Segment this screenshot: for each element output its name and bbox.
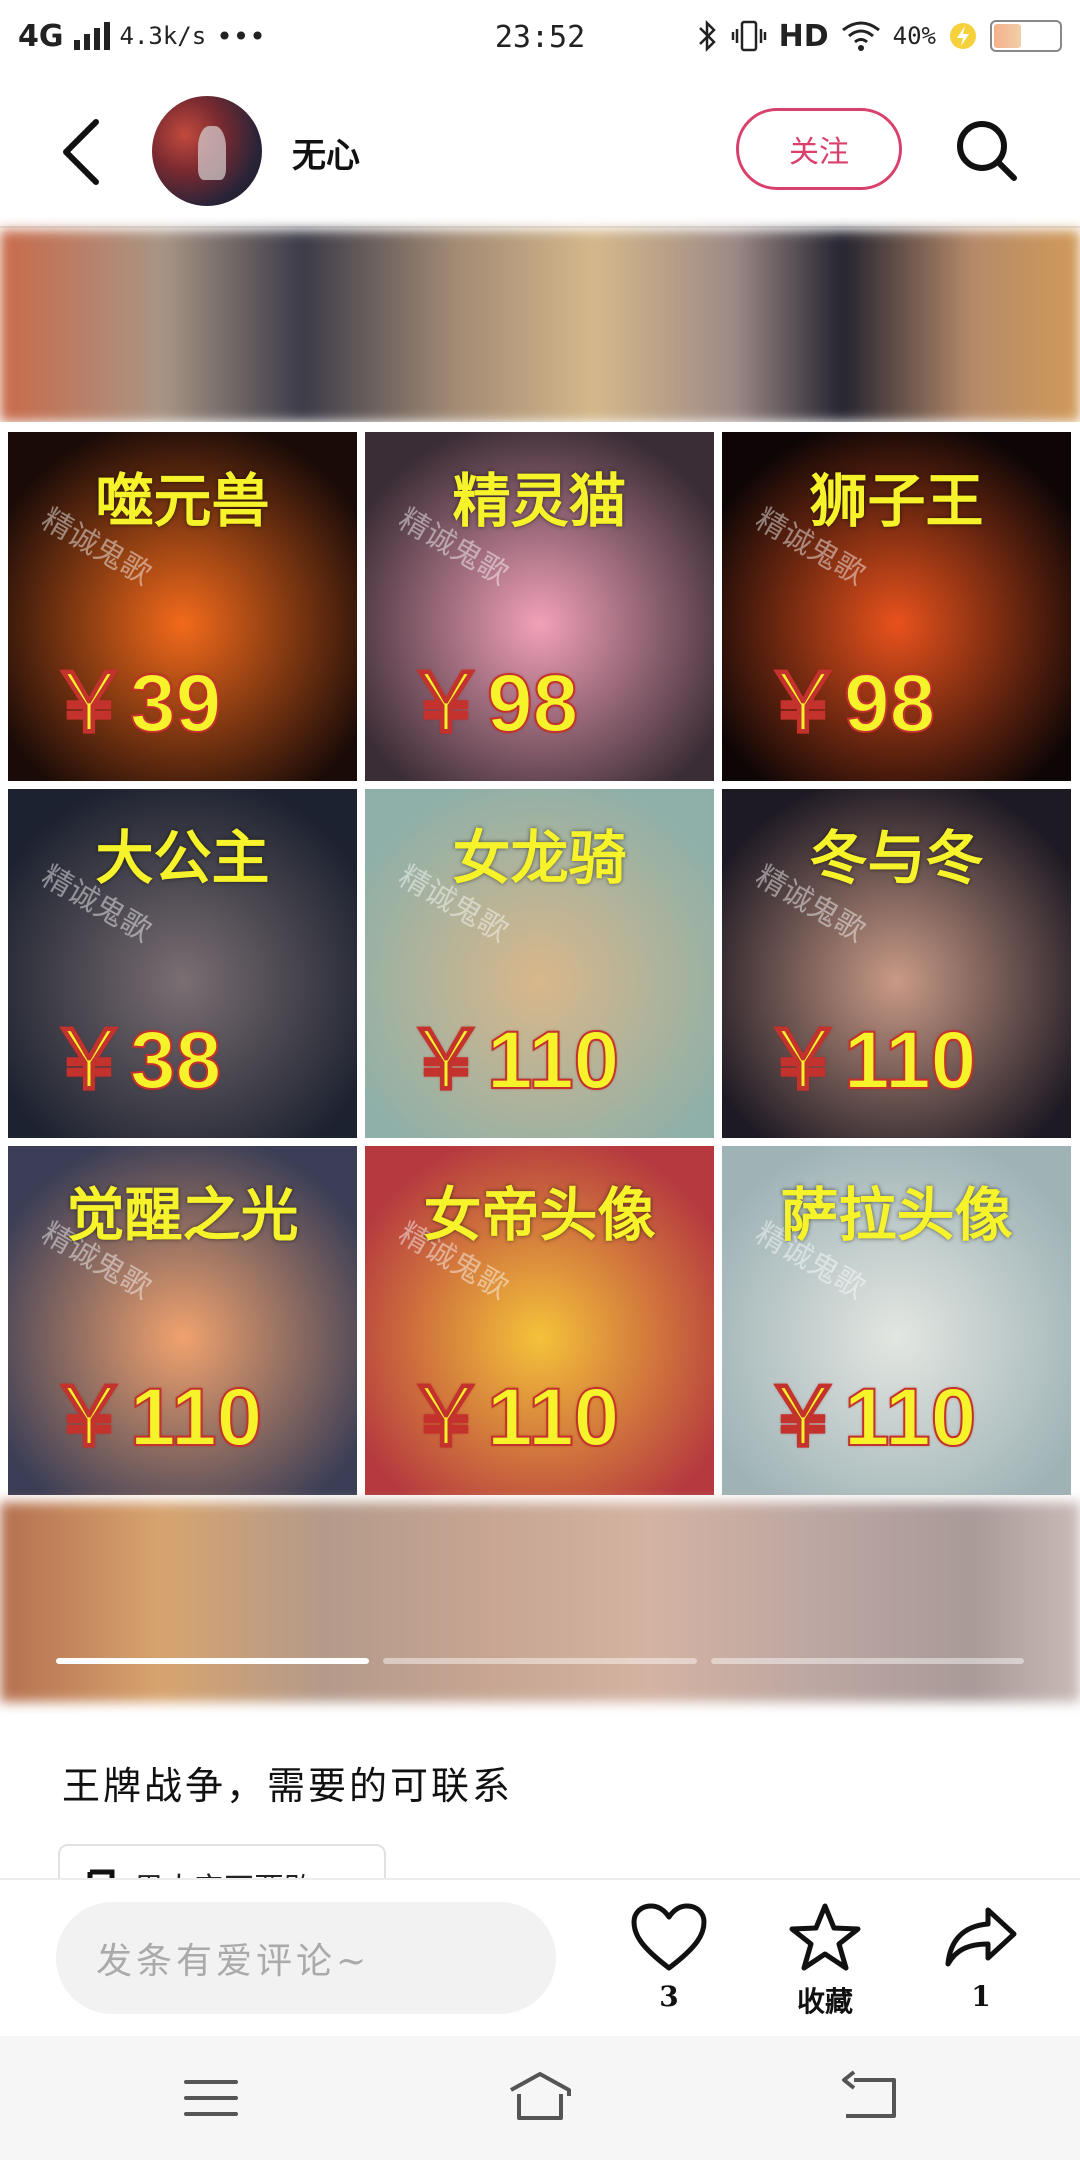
product-card[interactable]: 精诚鬼歌 冬与冬 ￥110	[722, 789, 1071, 1138]
charging-icon	[950, 23, 976, 49]
status-left: 4G 4.3k/s •••	[18, 19, 266, 54]
product-card[interactable]: 精诚鬼歌 萨拉头像 ￥110	[722, 1146, 1071, 1495]
image-blur-bottom	[0, 1502, 1080, 1702]
author-avatar[interactable]	[152, 96, 262, 206]
card-price: ￥38	[47, 1014, 222, 1107]
card-title: 女龙骑	[452, 824, 627, 892]
product-card[interactable]: 精诚鬼歌 觉醒之光 ￥110	[8, 1146, 357, 1495]
product-card[interactable]: 精诚鬼歌 狮子王 ￥98	[722, 432, 1071, 781]
card-title: 大公主	[95, 824, 270, 892]
menu-icon[interactable]	[176, 2066, 246, 2130]
card-title: 萨拉头像	[780, 1181, 1013, 1249]
more-dots: •••	[216, 19, 266, 53]
network-speed: 4.3k/s	[119, 22, 207, 50]
product-card[interactable]: 精诚鬼歌 噬元兽 ￥39	[8, 432, 357, 781]
product-card[interactable]: 精诚鬼歌 大公主 ￥38	[8, 789, 357, 1138]
carousel-dot	[383, 1658, 697, 1664]
image-blur-top	[0, 230, 1080, 422]
post-header: 无心 关注	[0, 72, 1080, 228]
card-title: 狮子王	[809, 467, 984, 535]
network-type: 4G	[18, 18, 64, 54]
follow-button[interactable]: 关注	[736, 108, 902, 190]
search-icon[interactable]	[952, 116, 1022, 186]
favorite-label: 收藏	[796, 1985, 853, 2018]
author-name[interactable]: 无心	[292, 128, 360, 177]
carousel-dot	[710, 1658, 1024, 1664]
vibrate-icon	[731, 20, 766, 52]
product-card[interactable]: 精诚鬼歌 精灵猫 ￥98	[365, 432, 714, 781]
comment-input[interactable]: 发条有爱评论~	[56, 1902, 556, 2014]
card-title: 噬元兽	[95, 467, 270, 535]
carousel-dot	[56, 1658, 370, 1664]
signal-icon	[73, 22, 110, 50]
home-icon[interactable]	[505, 2066, 575, 2130]
share-button[interactable]: 1	[926, 1902, 1036, 2026]
hd-indicator: HD	[778, 18, 829, 54]
carousel-indicators	[56, 1658, 1024, 1664]
battery-percent: 40%	[892, 22, 936, 50]
system-nav-bar	[0, 2036, 1080, 2160]
card-price: ￥110	[47, 1371, 263, 1464]
bluetooth-icon	[698, 19, 716, 53]
return-icon[interactable]	[834, 2066, 904, 2130]
card-price: ￥39	[47, 657, 222, 750]
star-icon	[789, 1903, 861, 1971]
share-arrow-icon	[945, 1907, 1017, 1967]
card-price: ￥110	[761, 1014, 977, 1107]
card-price: ￥98	[404, 657, 579, 750]
card-title: 觉醒之光	[66, 1181, 299, 1249]
back-button[interactable]	[52, 112, 116, 192]
product-card[interactable]: 精诚鬼歌 女帝头像 ￥110	[365, 1146, 714, 1495]
card-title: 精灵猫	[452, 467, 627, 535]
image-grid[interactable]: 精诚鬼歌 噬元兽 ￥39 精诚鬼歌 精灵猫 ￥98 精诚鬼歌 狮子王 ￥98 精诚鬼歌 大公主 ￥38…	[0, 422, 1080, 1502]
card-price: ￥110	[404, 1014, 620, 1107]
card-price: ￥110	[404, 1371, 620, 1464]
card-price: ￥110	[761, 1371, 977, 1464]
favorite-button[interactable]: 收藏	[770, 1902, 880, 2026]
heart-icon	[631, 1903, 707, 1971]
product-card[interactable]: 精诚鬼歌 女龙骑 ￥110	[365, 789, 714, 1138]
post-description: 王牌战争，需要的可联系	[62, 1764, 514, 1808]
bottom-action-bar: 发条有爱评论~ 3 收藏 1	[0, 1878, 1080, 2036]
like-count: 3	[659, 1980, 679, 2013]
status-right: HD 40%	[697, 19, 1062, 54]
share-count: 1	[971, 1980, 991, 2013]
like-button[interactable]: 3	[614, 1902, 724, 2026]
battery-level	[994, 24, 1022, 48]
card-title: 女帝头像	[423, 1181, 656, 1249]
status-bar: 4G 4.3k/s ••• 23:52 HD 40%	[0, 0, 1080, 72]
card-title: 冬与冬	[809, 824, 984, 892]
battery-icon	[990, 20, 1062, 52]
card-price: ￥98	[761, 657, 936, 750]
wifi-icon	[841, 21, 880, 51]
